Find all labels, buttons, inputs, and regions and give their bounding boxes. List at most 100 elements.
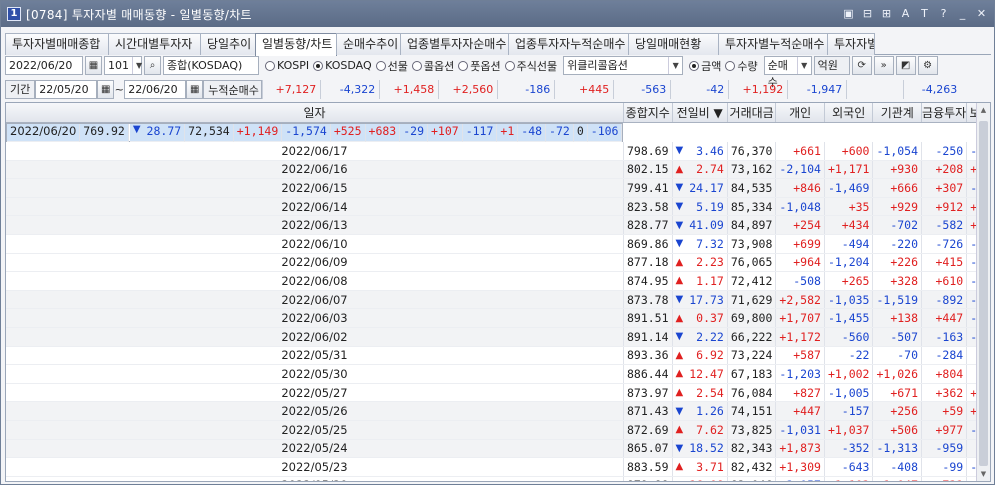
tab-1[interactable]: 투자자별매매종합: [5, 33, 109, 55]
radio-radios2-2[interactable]: 수량: [725, 58, 758, 74]
period-to-input[interactable]: 22/06/20: [124, 80, 187, 99]
row-cell: -2,057: [775, 476, 825, 481]
table-row[interactable]: 2022/06/03 891.51 ▲ 0.37 69,800 +1,707 -1,455 +…: [6, 308, 990, 328]
row-cell: +1,002: [824, 364, 874, 384]
cumulative-value-1: +7,127: [262, 80, 320, 99]
column-header-5[interactable]: 개인: [775, 103, 825, 123]
row-cell: -1,469: [824, 178, 874, 198]
next-icon[interactable]: »: [873, 56, 894, 75]
sort-arrow-icon[interactable]: ▼: [710, 106, 723, 120]
date-input[interactable]: 2022/06/20: [5, 56, 83, 75]
text-icon[interactable]: T: [916, 5, 933, 22]
row-cell: 877.18: [623, 253, 673, 273]
calendar-icon[interactable]: ▦: [186, 80, 204, 99]
tab-10[interactable]: 투자자별: [827, 33, 875, 55]
row-cell: -1,204: [824, 253, 874, 273]
scroll-down-icon[interactable]: ▼: [977, 467, 990, 481]
row-cell: 872.69: [623, 420, 673, 440]
radio-radios1-6[interactable]: 주식선물: [504, 58, 557, 74]
title-bar[interactable]: 1 [0784] 투자자별 매매동향 - 일별동향/차트 ▣ ⊟ ⊞ A T? _ ✕: [1, 1, 994, 27]
row-cell: -560: [824, 327, 874, 347]
tab-9[interactable]: 투자자별누적순매수: [718, 33, 828, 55]
sort-value: 순매수: [767, 59, 788, 89]
chart-icon[interactable]: ◩: [895, 56, 916, 75]
down-arrow-icon: ▼: [672, 178, 687, 198]
data-grid[interactable]: 일자종합지수전일비 ▼거래대금개인외국인기관계금융투자보험투신기타금융은행연기금…: [5, 102, 991, 482]
scroll-up-icon[interactable]: ▲: [977, 103, 990, 117]
radio-radios1-5[interactable]: 풋옵션: [458, 58, 501, 74]
column-header-6[interactable]: 외국인: [824, 103, 874, 123]
tab-7[interactable]: 업종투자자누적순매수: [508, 33, 629, 55]
tab-8[interactable]: 당일매매현황: [628, 33, 719, 55]
weekly-option-select[interactable]: 위클리콜옵션 ▼: [563, 56, 684, 75]
column-header-3[interactable]: 전일비 ▼: [672, 103, 728, 123]
close-icon[interactable]: ✕: [973, 5, 990, 22]
tab-4[interactable]: 일별동향/차트: [255, 33, 337, 56]
vertical-scrollbar[interactable]: ▲ ▼: [976, 103, 990, 481]
table-row[interactable]: 2022/05/30 886.44 ▲ 12.47 67,183 -1,203 +1,002…: [6, 364, 990, 384]
row-cell: -508: [775, 271, 825, 291]
window-tile-icon[interactable]: ⊟: [859, 5, 876, 22]
radio-radios1-4[interactable]: 콜옵션: [411, 58, 454, 74]
table-row[interactable]: 2022/05/27 873.97 ▲ 2.54 76,084 +827 -1,005 +67…: [6, 383, 990, 403]
help-icon[interactable]: ?: [935, 5, 952, 22]
column-header-2[interactable]: 종합지수: [623, 103, 673, 123]
table-row[interactable]: 2022/06/02 891.14 ▼ 2.22 66,222 +1,172 -560 -50…: [6, 327, 990, 347]
tab-5[interactable]: 순매수추이: [336, 33, 401, 55]
font-size-icon[interactable]: A: [897, 5, 914, 22]
table-row[interactable]: 2022/05/23 883.59 ▲ 3.71 82,432 +1,309 -643 -40…: [6, 457, 990, 477]
search-icon[interactable]: ⌕: [144, 56, 161, 75]
table-row[interactable]: 2022/05/31 893.36 ▲ 6.92 73,224 +587 -22 -70 -28…: [6, 346, 990, 366]
period-from-input[interactable]: 22/05/20: [35, 80, 98, 99]
table-row[interactable]: 2022/06/08 874.95 ▲ 1.17 72,412 -508 +265 +328 +…: [6, 271, 990, 291]
toolbar: 2022/06/20 ▦ 101 ▼ ⌕ 종합(KOSDAQ) KOSPI KOSD…: [5, 55, 991, 89]
radio-radios1-2[interactable]: KOSDAQ: [313, 58, 372, 74]
table-row[interactable]: 2022/05/24 865.07 ▼ 18.52 82,343 +1,873 -352 -1…: [6, 439, 990, 459]
cumulative-value-3: +1,458: [379, 80, 438, 99]
tab-2[interactable]: 시간대별투자자: [108, 33, 201, 55]
table-row[interactable]: 2022/06/14 823.58 ▼ 5.19 85,334 -1,048 +35 +929…: [6, 197, 990, 217]
tab-3[interactable]: 당일추이: [200, 33, 256, 55]
column-header-1[interactable]: 일자: [6, 103, 624, 123]
table-row[interactable]: 2022/06/07 873.78 ▼ 17.73 71,629 +2,582 -1,035…: [6, 290, 990, 310]
up-arrow-icon: ▲: [672, 271, 687, 291]
row-cell: 2.74: [686, 160, 728, 180]
radio-radios1-1[interactable]: KOSPI: [265, 58, 309, 74]
radio-label: KOSDAQ: [325, 59, 372, 72]
row-cell: -157: [824, 401, 874, 421]
sort-select[interactable]: 순매수 ▼: [763, 56, 812, 89]
scroll-thumb[interactable]: [979, 121, 988, 466]
window-grid-icon[interactable]: ⊞: [878, 5, 895, 22]
radio-circle: [725, 60, 736, 71]
column-header-7[interactable]: 기관계: [872, 103, 923, 123]
table-row[interactable]: 2022/06/09 877.18 ▲ 2.23 76,065 +964 -1,204 +22…: [6, 253, 990, 273]
table-row[interactable]: 2022/06/10 869.86 ▼ 7.32 73,908 +699 -494 -220-…: [6, 234, 990, 254]
table-row[interactable]: 2022/06/17 798.69 ▼ 3.46 76,370 +661 +600 -1,05…: [6, 141, 990, 161]
code-select[interactable]: 101 ▼: [104, 56, 142, 75]
gear-icon[interactable]: ⚙: [917, 56, 938, 75]
column-header-8[interactable]: 금융투자: [921, 103, 968, 123]
calendar-icon[interactable]: ▦: [97, 80, 115, 99]
row-date: 2022/05/23: [6, 457, 624, 477]
table-row[interactable]: 2022/06/20 769.92 ▼ 28.77 72,534 +1,149 -1,574…: [6, 122, 624, 143]
table-row[interactable]: 2022/05/20879.88▲16.0882,046-2,057+1,103…: [6, 476, 990, 481]
refresh-icon[interactable]: ⟳: [851, 56, 872, 75]
table-row[interactable]: 2022/06/13 828.77 ▼ 41.09 84,897 +254 +434 -702…: [6, 215, 990, 235]
column-header-4[interactable]: 거래대금: [727, 103, 777, 123]
minimize-icon[interactable]: _: [954, 5, 971, 22]
window-restore-icon[interactable]: ▣: [840, 5, 857, 22]
row-cell: -494: [824, 234, 874, 254]
radio-radios1-3[interactable]: 선물: [375, 58, 408, 74]
period-row: 기간 22/05/20 ▦ ~ 22/06/20 ▦ 누적순매수 +7,127-…: [5, 80, 991, 99]
table-row[interactable]: 2022/06/15 799.41 ▼ 24.17 84,535 +846 -1,469 +6…: [6, 178, 990, 198]
calendar-icon[interactable]: ▦: [85, 56, 102, 75]
row-cell: 6.92: [686, 346, 728, 366]
tab-6[interactable]: 업종별투자자순매수: [400, 33, 509, 55]
row-cell: -99: [921, 457, 968, 477]
table-row[interactable]: 2022/05/25 872.69 ▲ 7.62 73,825 -1,031 +1,037 +…: [6, 420, 990, 440]
row-cell: -1,574: [282, 123, 331, 143]
row-cell: +1,037: [824, 420, 874, 440]
table-row[interactable]: 2022/05/26 871.43 ▼ 1.26 74,151 +447 -157 +256 +…: [6, 401, 990, 421]
table-row[interactable]: 2022/06/16 802.15 ▲ 2.74 73,162 -2,104 +1,171 +…: [6, 160, 990, 180]
radio-radios2-1[interactable]: 금액: [689, 58, 721, 74]
